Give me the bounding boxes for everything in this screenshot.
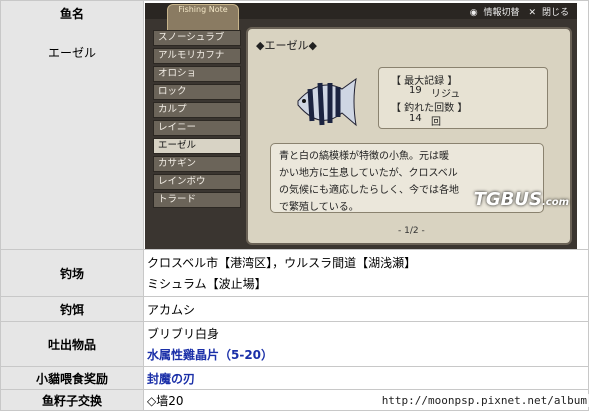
- record-box: 【 最大記録 】 19 リジュ 【 釣れた回数 】 14 回: [378, 66, 548, 129]
- drop-item-link[interactable]: 水属性雞晶片（5-20）: [147, 346, 588, 363]
- watermark-suffix: .com: [541, 196, 569, 208]
- fishing-note-tab: Fishing Note: [167, 3, 239, 32]
- record-value: 19: [409, 84, 422, 96]
- album-url-watermark: http://moonpsp.pixnet.net/album: [379, 394, 589, 407]
- cat-reward-label: 小貓喂食奖励: [0, 366, 144, 390]
- fish-list-item: レイニー: [153, 119, 241, 136]
- spot-row: 钓场 クロスベル市【港湾区】，ウルスラ間道【湖浅瀬】 ミシュラム【波止場】: [0, 249, 589, 297]
- cat-reward-row: 小貓喂食奖励 封魔の刃: [0, 366, 589, 390]
- drop-value: ブリブリ白身 水属性雞晶片（5-20）: [143, 321, 589, 367]
- spot-value: クロスベル市【港湾区】，ウルスラ間道【湖浅瀬】 ミシュラム【波止場】: [143, 249, 589, 297]
- egg-exchange-label: 鱼籽子交换: [0, 389, 144, 411]
- game-topbar-actions: ◉ 情報切替 ✕ 閉じる: [464, 5, 569, 18]
- fish-list-item: ロック: [153, 83, 241, 100]
- bait-row: 钓饵 アカムシ: [0, 296, 589, 322]
- fishing-note-tab-label: Fishing Note: [178, 4, 228, 14]
- fish-list-item: カルプ: [153, 101, 241, 118]
- fish-list-item: オロショ: [153, 65, 241, 82]
- fish-detail-panel: ◆エーゼル◆ 【 最大記録 】 19 リジュ 【 釣れた回数 】 14 回 青と…: [246, 26, 572, 245]
- fish-list-item: カサギン: [153, 155, 241, 172]
- fish-name-label: 鱼名: [59, 7, 84, 21]
- close-icon: ✕: [528, 7, 536, 18]
- drop-row: 吐出物品 ブリブリ白身 水属性雞晶片（5-20）: [0, 321, 589, 367]
- desc-line: 青と白の縞模様が特徴の小魚。元は暖: [279, 150, 449, 162]
- fish-list-item: アルモリカフナ: [153, 47, 241, 64]
- desc-line: かい地方に生息していたが、クロスベル: [279, 167, 458, 179]
- fish-list-item: レインボウ: [153, 173, 241, 190]
- toggle-info-label: 情報切替: [483, 7, 520, 18]
- fish-list-item-selected: エーゼル: [153, 137, 241, 154]
- fish-name-row: 鱼名 エーゼル Fishing Note ◉ 情報切替 ✕ 閉じる スノーシュラブ …: [0, 0, 589, 250]
- panel-fish-name: ◆エーゼル◆: [256, 38, 317, 52]
- fish-list-item: トラード: [153, 191, 241, 208]
- drop-label: 吐出物品: [0, 321, 144, 367]
- bait-value: アカムシ: [143, 296, 589, 322]
- tgbus-watermark: TGBUS.com: [474, 189, 569, 210]
- game-screenshot: Fishing Note ◉ 情報切替 ✕ 閉じる スノーシュラブ アルモリカフナ …: [145, 2, 577, 249]
- page-indicator: - 1/2 -: [398, 225, 425, 236]
- toggle-info-icon: ◉: [469, 7, 478, 18]
- bait-label: 钓饵: [0, 296, 144, 322]
- count-value: 14: [409, 112, 422, 124]
- count-title: 【 釣れた回数 】: [391, 102, 468, 114]
- drop-item: ブリブリ白身: [147, 327, 220, 341]
- angelfish-icon: [297, 77, 357, 126]
- spot-line: ミシュラム【波止場】: [147, 277, 267, 291]
- count-unit: 回: [431, 116, 441, 128]
- close-label: 閉じる: [541, 7, 569, 18]
- watermark-text: TGBUS: [473, 188, 542, 210]
- fish-list-item: スノーシュラブ: [153, 29, 241, 46]
- fish-info-table: 鱼名 エーゼル Fishing Note ◉ 情報切替 ✕ 閉じる スノーシュラブ …: [0, 0, 589, 411]
- spot-line: クロスベル市【港湾区】，ウルスラ間道【湖浅瀬】: [147, 256, 417, 270]
- cat-reward-link[interactable]: 封魔の刃: [143, 366, 589, 390]
- fish-name-value: エーゼル: [47, 46, 96, 60]
- record-unit: リジュ: [431, 88, 461, 100]
- game-screenshot-cell: Fishing Note ◉ 情報切替 ✕ 閉じる スノーシュラブ アルモリカフナ …: [143, 0, 589, 250]
- fish-name-label-cell: 鱼名 エーゼル: [0, 0, 144, 250]
- fish-list: スノーシュラブ アルモリカフナ オロショ ロック カルプ レイニー エーゼル カ…: [153, 29, 241, 210]
- spot-label: 钓场: [0, 249, 144, 297]
